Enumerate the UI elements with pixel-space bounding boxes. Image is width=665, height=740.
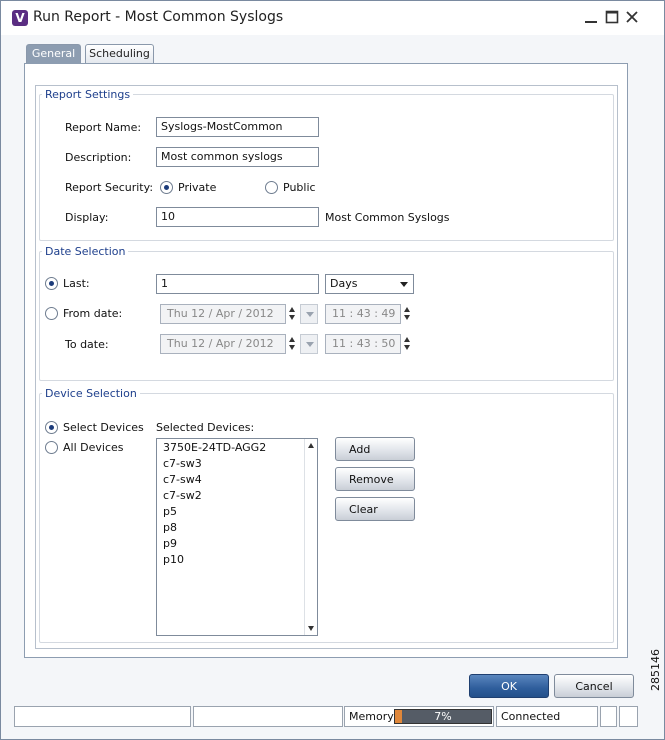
list-scrollbar[interactable] [304,439,317,635]
memory-bar: 7% [394,709,492,724]
report-name-label: Report Name: [65,121,142,134]
to-date-spinner[interactable] [287,334,299,354]
title-bar[interactable]: V Run Report - Most Common Syslogs [1,1,664,35]
spin-up-icon[interactable] [404,337,410,342]
select-devices-label[interactable]: Select Devices [63,421,144,434]
last-label[interactable]: Last: [63,277,90,290]
last-radio[interactable] [45,277,58,290]
from-date-spinner[interactable] [287,304,299,324]
list-item[interactable]: p5 [163,505,177,518]
list-item[interactable]: p10 [163,553,184,566]
add-device-button[interactable]: Add [335,437,415,461]
remove-device-button[interactable]: Remove [335,467,415,491]
report-name-input[interactable]: Syslogs-MostCommon [156,117,319,137]
private-radio-label[interactable]: Private [178,181,216,194]
selected-devices-label: Selected Devices: [156,421,255,434]
from-date-field[interactable]: Thu 12 / Apr / 2012 [160,304,286,324]
from-time-field[interactable]: 11 : 43 : 49 [325,304,401,324]
tab-scheduling[interactable]: Scheduling [85,44,154,63]
report-settings-label: Report Settings [42,88,134,101]
clear-devices-button[interactable]: Clear [335,497,415,521]
scroll-down-icon[interactable] [308,626,314,631]
spin-down-icon[interactable] [289,345,295,350]
from-date-label[interactable]: From date: [63,307,122,320]
from-time-spinner[interactable] [402,304,414,324]
description-input[interactable]: Most common syslogs [156,147,319,167]
spin-down-icon[interactable] [289,315,295,320]
list-item[interactable]: 3750E-24TD-AGG2 [163,441,266,454]
select-devices-radio[interactable] [45,421,58,434]
status-cell-2 [193,706,343,727]
memory-percent: 7% [434,710,452,723]
public-radio-label[interactable]: Public [283,181,316,194]
display-count-input[interactable]: 10 [156,207,319,227]
time-unit-value: Days [330,277,358,290]
close-icon[interactable] [623,8,641,26]
from-date-dropdown[interactable] [300,304,318,324]
list-item[interactable]: p9 [163,537,177,550]
to-date-field[interactable]: Thu 12 / Apr / 2012 [160,334,286,354]
selected-devices-list[interactable]: 3750E-24TD-AGG2 c7-sw3 c7-sw4 c7-sw2 p5 … [156,438,318,636]
display-label: Display: [65,211,109,224]
spin-up-icon[interactable] [289,337,295,342]
device-selection-label: Device Selection [42,387,140,400]
date-selection-label: Date Selection [42,245,129,258]
scroll-up-icon[interactable] [308,443,314,448]
status-cell-6 [619,706,638,727]
time-unit-select[interactable]: Days [325,274,414,294]
spin-down-icon[interactable] [404,315,410,320]
all-devices-label[interactable]: All Devices [63,441,123,454]
all-devices-radio[interactable] [45,441,58,454]
private-radio[interactable] [160,181,173,194]
status-cell-1 [14,706,191,727]
memory-label: Memory: [349,710,397,723]
from-date-radio[interactable] [45,307,58,320]
run-report-window: V Run Report - Most Common Syslogs Gener… [0,0,665,740]
list-item[interactable]: p8 [163,521,177,534]
to-time-spinner[interactable] [402,334,414,354]
app-logo-icon: V [12,10,28,26]
to-date-label: To date: [65,338,109,351]
window-title: Run Report - Most Common Syslogs [33,9,284,25]
to-date-dropdown[interactable] [300,334,318,354]
minimize-icon[interactable] [582,8,600,26]
last-value-input[interactable]: 1 [156,274,319,294]
ok-button[interactable]: OK [469,674,549,698]
description-label: Description: [65,151,132,164]
to-time-field[interactable]: 11 : 43 : 50 [325,334,401,354]
status-cell-5 [600,706,617,727]
spin-up-icon[interactable] [404,307,410,312]
tab-general[interactable]: General [26,44,81,63]
list-item[interactable]: c7-sw2 [163,489,202,502]
list-item[interactable]: c7-sw4 [163,473,202,486]
connection-status: Connected [496,706,598,727]
figure-number: 285146 [649,649,662,691]
maximize-icon[interactable] [603,8,621,26]
cancel-button[interactable]: Cancel [554,674,634,698]
public-radio[interactable] [265,181,278,194]
list-item[interactable]: c7-sw3 [163,457,202,470]
spin-down-icon[interactable] [404,345,410,350]
spin-up-icon[interactable] [289,307,295,312]
chevron-down-icon [400,282,408,287]
display-suffix-label: Most Common Syslogs [325,211,450,224]
report-security-label: Report Security: [65,181,154,194]
